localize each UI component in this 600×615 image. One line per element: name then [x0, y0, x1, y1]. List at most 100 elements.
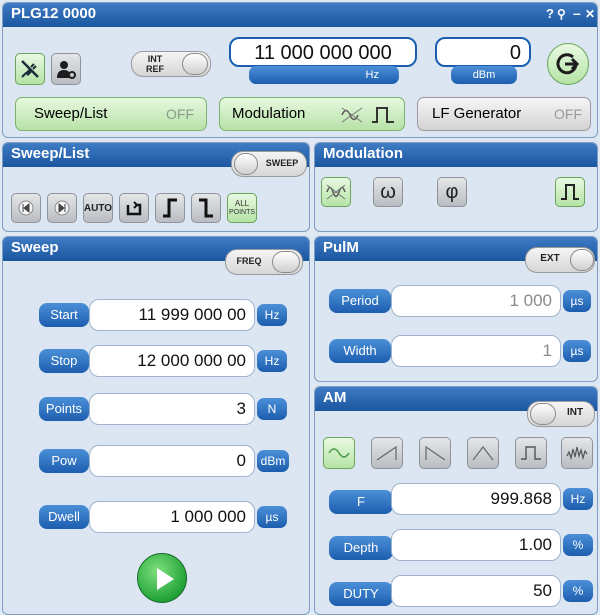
frequency-input[interactable]: 11 000 000 000 [229, 37, 417, 67]
start-input[interactable]: 11 999 000 00 [89, 299, 255, 331]
dwell-unit: µs [257, 506, 287, 528]
points-unit: N [257, 398, 287, 420]
period-label: Period [329, 289, 391, 313]
pow-input[interactable]: 0 [89, 445, 255, 477]
depth-input[interactable]: 1.00 [391, 529, 561, 561]
close-icon[interactable]: ✕ [585, 3, 595, 25]
modulation-panel: Modulation ω φ [314, 142, 598, 232]
start-label: Start [39, 303, 89, 327]
int-ref-toggle[interactable]: INT REF [131, 51, 211, 77]
am-source-toggle[interactable]: INT [527, 401, 595, 427]
user-gear-icon [57, 61, 76, 79]
square-wave-button[interactable] [515, 437, 547, 469]
ramp-up-icon [376, 445, 397, 461]
square-wave-icon [521, 446, 541, 460]
help-icon[interactable]: ? [546, 3, 554, 25]
rising-edge-icon [163, 198, 177, 218]
lf-generator-mode-label: LF Generator [432, 105, 522, 122]
noise-wave-button[interactable] [561, 437, 593, 469]
pulse-modulation-button[interactable] [555, 177, 585, 207]
power-input[interactable]: 0 [435, 37, 531, 67]
am-frequency-input[interactable]: 999.868 [391, 483, 561, 515]
sine-wave-button[interactable] [323, 437, 355, 469]
skip-back-icon [18, 200, 34, 216]
all-points-button[interactable]: ALL POINTS [227, 193, 257, 223]
int-ref-line2: REF [146, 64, 164, 74]
int-ref-line1: INT [147, 54, 163, 64]
cycle-icon [126, 201, 142, 216]
rising-edge-button[interactable] [155, 193, 185, 223]
pulse-modulation-icon [372, 107, 394, 123]
last-point-button[interactable] [47, 193, 77, 223]
sweep-type-toggle[interactable]: FREQ [225, 249, 303, 275]
period-unit: µs [563, 290, 591, 312]
user-settings-button[interactable] [51, 53, 81, 85]
plug-icon [21, 60, 39, 78]
dwell-input[interactable]: 1 000 000 [89, 501, 255, 533]
pm-modulation-button[interactable]: φ [437, 177, 467, 207]
sweep-list-panel: Sweep/List SWEEP AUTO ALL POINTS [2, 142, 310, 232]
depth-label: Depth [329, 536, 393, 560]
toggle-knob [272, 251, 300, 273]
sweep-list-toggle[interactable]: SWEEP [231, 151, 307, 177]
width-label: Width [329, 339, 391, 363]
ramp-down-icon [425, 445, 446, 461]
duty-input[interactable]: 50 [391, 575, 561, 607]
width-input[interactable]: 1 [391, 335, 561, 367]
am-modulation-button[interactable] [321, 177, 351, 207]
stop-unit: Hz [257, 350, 287, 372]
toggle-knob [182, 53, 208, 75]
frequency-label: F [329, 490, 393, 514]
am-modulation-icon [341, 107, 363, 123]
ramp-down-button[interactable] [419, 437, 451, 469]
points-input[interactable]: 3 [89, 393, 255, 425]
rf-output-disconnect-button[interactable] [15, 53, 45, 85]
minimize-icon[interactable]: – [573, 3, 581, 24]
start-sweep-button[interactable] [137, 553, 187, 603]
pulm-panel: PulM EXT Period 1 000 µs Width 1 µs [314, 236, 598, 382]
depth-unit: % [563, 534, 593, 556]
modulation-panel-title: Modulation [315, 143, 597, 167]
toggle-knob [530, 403, 556, 425]
play-icon [157, 568, 174, 590]
auto-label: AUTO [83, 202, 113, 214]
dwell-label: Dwell [39, 505, 89, 529]
modulation-mode-button[interactable]: Modulation [219, 97, 405, 131]
triangle-wave-icon [472, 446, 494, 461]
int-ref-label: INT REF [138, 54, 172, 74]
sweep-list-mode-label: Sweep/List [34, 105, 108, 122]
sweep-toggle-label: SWEEP [265, 158, 299, 168]
pulm-source-label: EXT [540, 253, 560, 264]
noise-wave-icon [566, 446, 588, 461]
rf-on-button[interactable] [547, 43, 589, 85]
lf-generator-mode-button[interactable]: LF Generator OFF [417, 97, 591, 131]
power-unit: dBm [451, 66, 517, 84]
pulse-icon [561, 184, 579, 200]
lf-generator-mode-state: OFF [554, 106, 582, 122]
auto-button[interactable]: AUTO [83, 193, 113, 223]
pulm-source-toggle[interactable]: EXT [525, 247, 595, 273]
duty-unit: % [563, 580, 593, 602]
falling-edge-button[interactable] [191, 193, 221, 223]
all-points-line2: POINTS [228, 209, 256, 216]
all-points-line1: ALL [234, 199, 250, 208]
stop-input[interactable]: 12 000 000 00 [89, 345, 255, 377]
first-point-button[interactable] [11, 193, 41, 223]
sine-wave-icon [328, 448, 350, 458]
toggle-knob [570, 249, 594, 271]
sweep-list-mode-button[interactable]: Sweep/List OFF [15, 97, 207, 131]
single-run-button[interactable] [119, 193, 149, 223]
am-wave-icon [326, 184, 346, 200]
sweep-panel: Sweep FREQ Start 11 999 000 00 Hz Stop 1… [2, 236, 310, 615]
ramp-up-button[interactable] [371, 437, 403, 469]
modulation-mode-label: Modulation [232, 105, 306, 122]
pin-icon[interactable]: ⚲ [557, 3, 566, 25]
am-frequency-unit: Hz [563, 488, 593, 510]
fm-modulation-button[interactable]: ω [373, 177, 403, 207]
width-unit: µs [563, 340, 591, 362]
triangle-wave-button[interactable] [467, 437, 499, 469]
window-title-bar: PLG12 0000 ? ⚲ – ✕ [3, 3, 597, 27]
sweep-type-label: FREQ [236, 256, 262, 266]
period-input[interactable]: 1 000 [391, 285, 561, 317]
power-arrow-icon [556, 53, 580, 75]
